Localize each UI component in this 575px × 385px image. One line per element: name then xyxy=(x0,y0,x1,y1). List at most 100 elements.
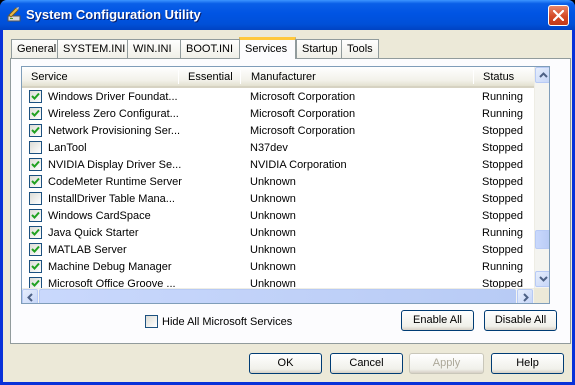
service-manufacturer: Microsoft Corporation xyxy=(250,108,356,120)
column-manufacturer[interactable]: Manufacturer xyxy=(251,71,316,83)
service-name: MATLAB Server xyxy=(48,244,127,256)
column-divider[interactable] xyxy=(178,70,179,84)
service-checkbox[interactable] xyxy=(29,209,42,222)
service-status: Stopped xyxy=(482,193,523,205)
service-checkbox[interactable] xyxy=(29,192,42,205)
service-checkbox[interactable] xyxy=(29,124,42,137)
column-divider[interactable] xyxy=(240,70,241,84)
service-status: Stopped xyxy=(482,210,523,222)
tab-tools[interactable]: Tools xyxy=(341,39,379,58)
service-status: Stopped xyxy=(482,125,523,137)
column-status[interactable]: Status xyxy=(483,71,514,83)
scroll-up-button[interactable] xyxy=(535,67,549,83)
service-row[interactable]: Machine Debug Manager Unknown Running xyxy=(22,259,534,276)
scroll-down-button[interactable] xyxy=(535,271,549,287)
check-icon xyxy=(31,245,40,253)
service-checkbox[interactable] xyxy=(29,158,42,171)
hide-microsoft-services-checkbox[interactable] xyxy=(145,315,158,328)
vertical-scrollbar[interactable] xyxy=(534,67,549,288)
tab-general[interactable]: General xyxy=(11,39,58,58)
scroll-right-button[interactable] xyxy=(517,289,533,303)
title-bar[interactable]: System Configuration Utility xyxy=(0,0,575,30)
service-manufacturer: Unknown xyxy=(250,176,296,188)
service-row[interactable]: MATLAB Server Unknown Stopped xyxy=(22,242,534,259)
service-checkbox[interactable] xyxy=(29,141,42,154)
column-divider[interactable] xyxy=(473,70,474,84)
service-manufacturer: NVIDIA Corporation xyxy=(250,159,347,171)
service-status: Running xyxy=(482,261,523,273)
chevron-left-icon xyxy=(27,293,33,302)
check-icon xyxy=(31,177,40,185)
dialog-client: General SYSTEM.INI WIN.INI BOOT.INI Serv… xyxy=(3,30,572,382)
service-name: CodeMeter Runtime Server xyxy=(48,176,182,188)
ok-button[interactable]: OK xyxy=(249,353,322,374)
service-manufacturer: Unknown xyxy=(250,261,296,273)
horizontal-scroll-thumb[interactable] xyxy=(39,289,516,303)
window-title: System Configuration Utility xyxy=(26,7,201,22)
services-panel: Service Essential Manufacturer Status Wi… xyxy=(10,58,571,344)
check-icon xyxy=(31,262,40,270)
check-icon xyxy=(31,160,40,168)
service-name: NVIDIA Display Driver Se... xyxy=(48,159,182,171)
service-checkbox[interactable] xyxy=(29,175,42,188)
disable-all-button[interactable]: Disable All xyxy=(484,310,557,331)
close-icon xyxy=(553,10,564,21)
tab-boot-ini[interactable]: BOOT.INI xyxy=(180,39,241,58)
service-row[interactable]: InstallDriver Table Mana... Unknown Stoppe… xyxy=(22,191,534,208)
tab-startup[interactable]: Startup xyxy=(296,39,342,58)
service-row[interactable]: Wireless Zero Configurat... Microsoft Cor… xyxy=(22,106,534,123)
service-name: Windows Driver Foundat... xyxy=(48,91,178,103)
tab-system-ini[interactable]: SYSTEM.INI xyxy=(57,39,128,58)
check-icon xyxy=(31,92,40,100)
service-checkbox[interactable] xyxy=(29,260,42,273)
vertical-scroll-thumb[interactable] xyxy=(535,230,549,249)
check-icon xyxy=(31,279,40,287)
service-row[interactable]: LanTool N37dev Stopped xyxy=(22,140,534,157)
service-manufacturer: N37dev xyxy=(250,142,288,154)
tab-win-ini[interactable]: WIN.INI xyxy=(127,39,181,58)
service-checkbox[interactable] xyxy=(29,90,42,103)
service-row[interactable]: Java Quick Starter Unknown Running xyxy=(22,225,534,242)
service-status: Stopped xyxy=(482,142,523,154)
service-manufacturer: Unknown xyxy=(250,193,296,205)
scroll-left-button[interactable] xyxy=(22,289,38,303)
check-icon xyxy=(31,109,40,117)
service-status: Stopped xyxy=(482,159,523,171)
service-name: InstallDriver Table Mana... xyxy=(48,193,175,205)
horizontal-scrollbar[interactable] xyxy=(22,288,534,303)
service-name: Network Provisioning Ser... xyxy=(48,125,181,137)
service-name: Wireless Zero Configurat... xyxy=(48,108,179,120)
service-name: LanTool xyxy=(48,142,87,154)
service-checkbox[interactable] xyxy=(29,243,42,256)
service-row[interactable]: NVIDIA Display Driver Se... NVIDIA Corpor… xyxy=(22,157,534,174)
service-row[interactable]: CodeMeter Runtime Server Unknown Stopped xyxy=(22,174,534,191)
service-manufacturer: Unknown xyxy=(250,244,296,256)
services-list[interactable]: Service Essential Manufacturer Status Wi… xyxy=(21,66,550,304)
chevron-right-icon xyxy=(523,293,529,302)
service-manufacturer: Unknown xyxy=(250,227,296,239)
cancel-button[interactable]: Cancel xyxy=(330,353,403,374)
hide-microsoft-services-label[interactable]: Hide All Microsoft Services xyxy=(162,316,292,328)
service-status: Running xyxy=(482,227,523,239)
enable-all-button[interactable]: Enable All xyxy=(401,310,474,331)
service-status: Running xyxy=(482,108,523,120)
service-row[interactable]: Windows Driver Foundat... Microsoft Corpo… xyxy=(22,89,534,106)
service-row[interactable]: Windows CardSpace Unknown Stopped xyxy=(22,208,534,225)
column-service[interactable]: Service xyxy=(31,71,68,83)
service-name: Windows CardSpace xyxy=(48,210,151,222)
service-name: Machine Debug Manager xyxy=(48,261,172,273)
list-header: Service Essential Manufacturer Status xyxy=(22,67,534,88)
column-essential[interactable]: Essential xyxy=(188,71,233,83)
service-checkbox[interactable] xyxy=(29,226,42,239)
service-manufacturer: Unknown xyxy=(250,210,296,222)
apply-button: Apply xyxy=(409,353,484,374)
tab-services[interactable]: Services xyxy=(239,37,296,59)
help-button[interactable]: Help xyxy=(491,353,564,374)
scrollbar-corner xyxy=(534,288,549,303)
service-row[interactable]: Network Provisioning Ser... Microsoft Cor… xyxy=(22,123,534,140)
service-manufacturer: Microsoft Corporation xyxy=(250,91,356,103)
close-button[interactable] xyxy=(548,5,569,26)
service-checkbox[interactable] xyxy=(29,107,42,120)
service-name: Java Quick Starter xyxy=(48,227,139,239)
chevron-up-icon xyxy=(539,72,548,78)
